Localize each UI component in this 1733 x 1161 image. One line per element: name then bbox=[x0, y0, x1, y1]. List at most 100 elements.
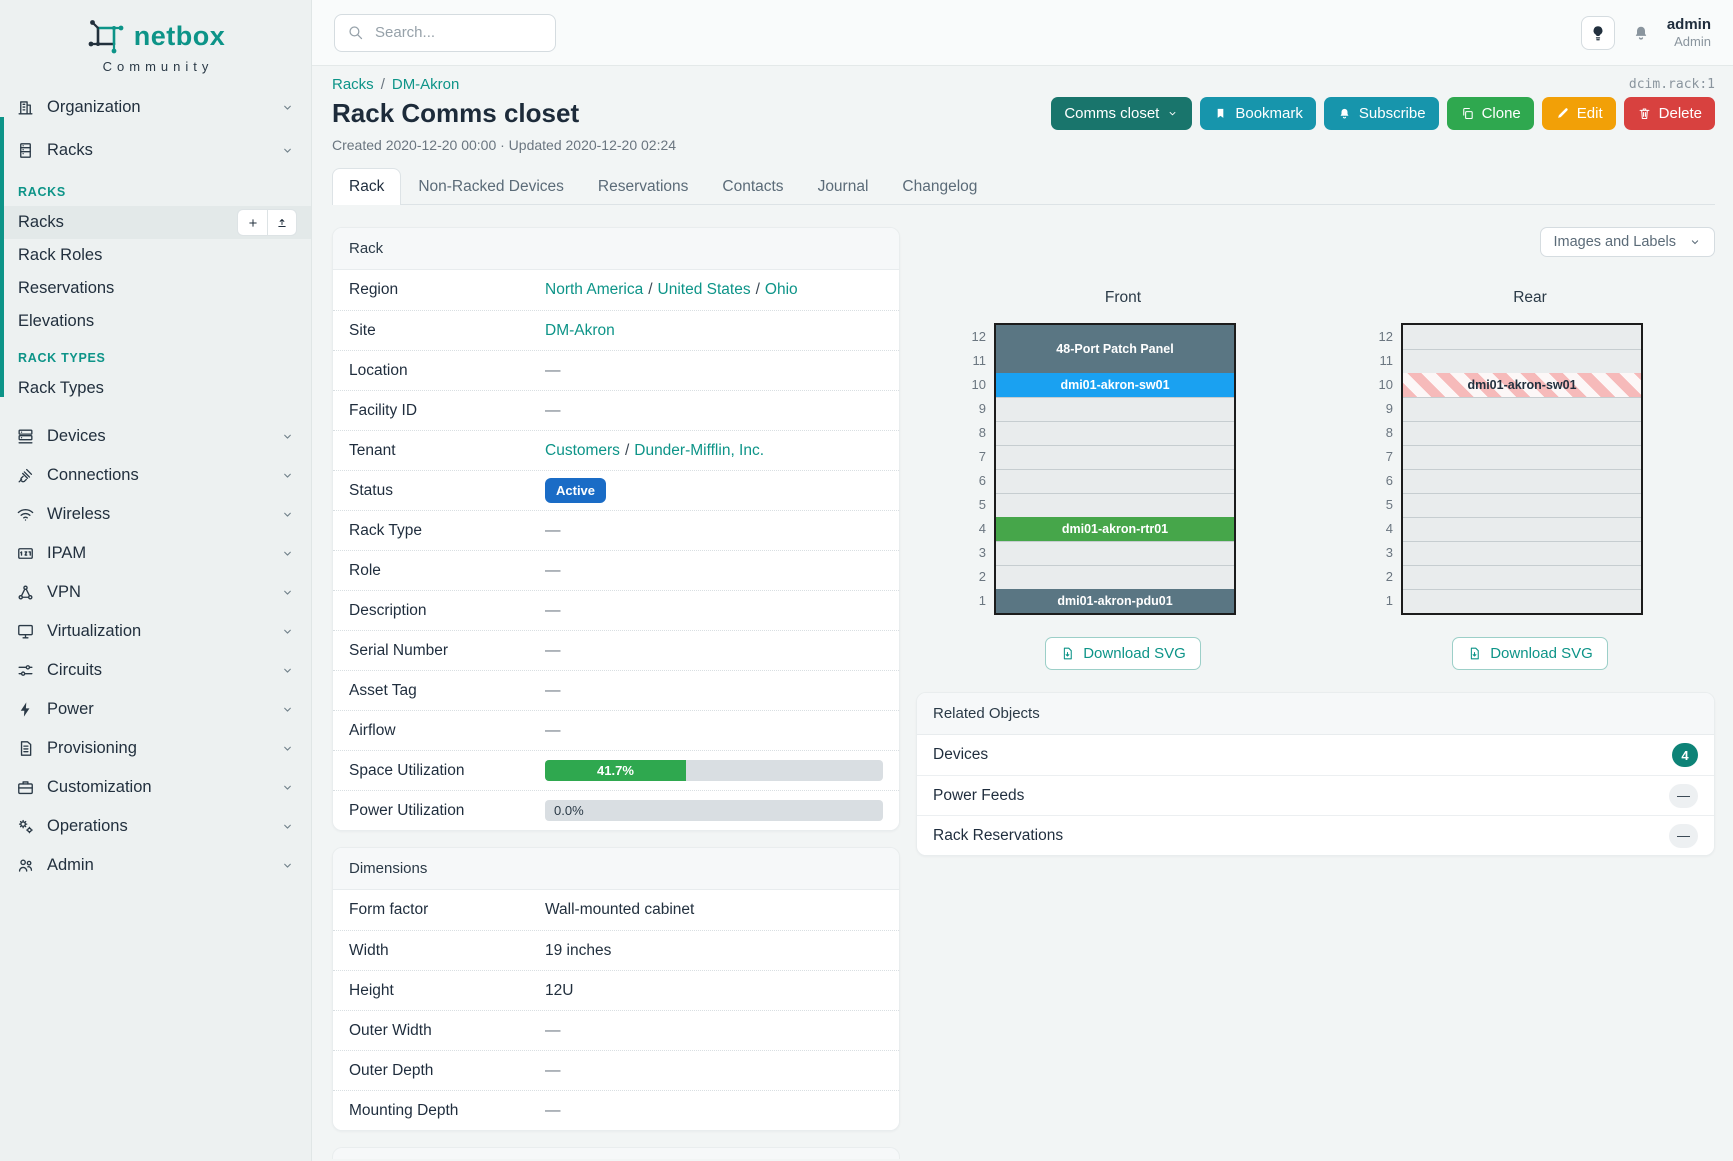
related-object-row[interactable]: Rack Reservations— bbox=[917, 815, 1714, 855]
page-content: Racks/DM-Akron dcim.rack:1 Rack Comms cl… bbox=[312, 66, 1733, 1161]
sidebar-item-power[interactable]: Power bbox=[0, 690, 311, 729]
rack-unit-device[interactable]: 48-Port Patch Panel bbox=[996, 325, 1234, 373]
sidebar-item-operations[interactable]: Operations bbox=[0, 807, 311, 846]
bookmark-button[interactable]: Bookmark bbox=[1200, 97, 1316, 130]
sidebar-item-rack-roles[interactable]: Rack Roles bbox=[0, 239, 311, 272]
related-object-row[interactable]: Devices4 bbox=[917, 735, 1714, 775]
chevron-down-icon bbox=[280, 858, 295, 873]
rack-icon bbox=[16, 141, 35, 160]
unit-number: 9 bbox=[1367, 397, 1393, 421]
unit-number: 5 bbox=[1367, 493, 1393, 517]
sidebar-item-label: Rack Roles bbox=[18, 246, 102, 265]
breadcrumb: Racks/DM-Akron bbox=[332, 76, 459, 93]
table-row: TenantCustomers/Dunder-Mifflin, Inc. bbox=[333, 430, 899, 470]
tab-rack[interactable]: Rack bbox=[332, 168, 401, 205]
breadcrumb-link-site[interactable]: DM-Akron bbox=[392, 76, 460, 93]
row-value: — bbox=[545, 602, 883, 620]
elevation-view-select[interactable]: Images and Labels bbox=[1540, 227, 1715, 257]
related-object-row[interactable]: Power Feeds— bbox=[917, 775, 1714, 815]
tab-journal[interactable]: Journal bbox=[801, 168, 886, 205]
sidebar-item-racks[interactable]: Racks bbox=[0, 129, 311, 172]
tab-reservations[interactable]: Reservations bbox=[581, 168, 705, 205]
rear-download-svg-button[interactable]: Download SVG bbox=[1452, 637, 1608, 670]
sidebar-item-elevations[interactable]: Elevations bbox=[0, 305, 311, 338]
next-panel-stub bbox=[332, 1147, 900, 1159]
row-label: Airflow bbox=[349, 722, 545, 740]
related-objects-panel: Related Objects Devices4Power Feeds—Rack… bbox=[916, 692, 1715, 856]
sidebar-item-label: Operations bbox=[47, 817, 128, 836]
ipam-icon bbox=[16, 544, 35, 563]
notifications-button[interactable] bbox=[1631, 23, 1651, 43]
sidebar-item-admin[interactable]: Admin bbox=[0, 846, 311, 885]
value-link[interactable]: DM-Akron bbox=[545, 322, 615, 340]
add-rack-button[interactable] bbox=[237, 209, 267, 236]
rack-unit-device[interactable]: dmi01-akron-rtr01 bbox=[996, 517, 1234, 541]
front-download-svg-button[interactable]: Download SVG bbox=[1045, 637, 1201, 670]
sidebar-item-label: Racks bbox=[47, 141, 93, 160]
rack-panel: Rack RegionNorth America/United States/O… bbox=[332, 227, 900, 831]
value-link[interactable]: United States bbox=[658, 281, 751, 299]
sidebar-item-customization[interactable]: Customization bbox=[0, 768, 311, 807]
unit-number: 12 bbox=[960, 325, 986, 349]
unit-number: 12 bbox=[1367, 325, 1393, 349]
search-input[interactable] bbox=[373, 23, 543, 42]
sidebar-item-racks[interactable]: Racks bbox=[0, 206, 311, 239]
table-row: Mounting Depth— bbox=[333, 1090, 899, 1130]
progress-text: 0.0% bbox=[545, 803, 584, 818]
value-link[interactable]: Dunder-Mifflin, Inc. bbox=[634, 442, 764, 460]
sidebar-item-label: Organization bbox=[47, 98, 141, 117]
row-value: DM-Akron bbox=[545, 322, 883, 340]
sidebar-item-circuits[interactable]: Circuits bbox=[0, 651, 311, 690]
import-rack-button[interactable] bbox=[267, 209, 297, 236]
link-separator: / bbox=[648, 281, 652, 299]
subscribe-button[interactable]: Subscribe bbox=[1324, 97, 1439, 130]
tab-non-racked-devices[interactable]: Non-Racked Devices bbox=[401, 168, 581, 205]
rack-unit-device[interactable]: dmi01-akron-sw01 bbox=[996, 373, 1234, 397]
theme-toggle-button[interactable] bbox=[1581, 16, 1615, 50]
breadcrumb-link-racks[interactable]: Racks bbox=[332, 76, 374, 93]
row-label: Status bbox=[349, 482, 545, 500]
main-area: admin Admin Racks/DM-Akron dcim.rack:1 R… bbox=[312, 0, 1733, 1161]
sidebar-item-ipam[interactable]: IPAM bbox=[0, 534, 311, 573]
sidebar-item-connections[interactable]: Connections bbox=[0, 456, 311, 495]
delete-button[interactable]: Delete bbox=[1624, 97, 1715, 130]
value-text: 19 inches bbox=[545, 942, 611, 960]
tab-changelog[interactable]: Changelog bbox=[885, 168, 994, 205]
search-box bbox=[334, 14, 556, 52]
rack-unit-empty bbox=[996, 397, 1234, 421]
sidebar-item-rack-types[interactable]: Rack Types bbox=[0, 372, 311, 405]
sidebar-item-vpn[interactable]: VPN bbox=[0, 573, 311, 612]
value-link[interactable]: Ohio bbox=[765, 281, 798, 299]
status-dropdown-button[interactable]: Comms closet bbox=[1051, 97, 1192, 130]
document-icon bbox=[16, 739, 35, 758]
sidebar-group-title: RACKS bbox=[0, 172, 311, 206]
clone-button[interactable]: Clone bbox=[1447, 97, 1534, 130]
sidebar-item-wireless[interactable]: Wireless bbox=[0, 495, 311, 534]
value-link[interactable]: Customers bbox=[545, 442, 620, 460]
rack-unit-device[interactable]: dmi01-akron-sw01 bbox=[1403, 373, 1641, 397]
edit-button[interactable]: Edit bbox=[1542, 97, 1616, 130]
rack-unit-device[interactable]: dmi01-akron-pdu01 bbox=[996, 589, 1234, 613]
row-value: Customers/Dunder-Mifflin, Inc. bbox=[545, 442, 883, 460]
rack-unit-empty bbox=[996, 565, 1234, 589]
tab-contacts[interactable]: Contacts bbox=[705, 168, 800, 205]
bell-plus-icon bbox=[1337, 106, 1352, 121]
sidebar-item-label: Rack Types bbox=[18, 379, 104, 398]
front-elevation: Front 121110987654321 48-Port Patch Pane… bbox=[960, 289, 1244, 670]
sidebar-item-provisioning[interactable]: Provisioning bbox=[0, 729, 311, 768]
link-separator: / bbox=[756, 281, 760, 299]
button-label: Comms closet bbox=[1064, 105, 1159, 122]
sidebar-item-organization[interactable]: Organization bbox=[0, 86, 311, 129]
rack-panel-rows: RegionNorth America/United States/OhioSi… bbox=[333, 270, 899, 830]
sidebar-item-virtualization[interactable]: Virtualization bbox=[0, 612, 311, 651]
sidebar-item-devices[interactable]: Devices bbox=[0, 417, 311, 456]
row-label: Mounting Depth bbox=[349, 1102, 545, 1120]
user-menu[interactable]: admin Admin bbox=[1667, 16, 1711, 50]
netbox-logo[interactable]: netbox Community bbox=[0, 0, 311, 82]
upload-icon bbox=[275, 216, 289, 230]
sidebar-item-reservations[interactable]: Reservations bbox=[0, 272, 311, 305]
row-value: — bbox=[545, 1022, 883, 1040]
row-value: 0.0% bbox=[545, 800, 883, 821]
value-link[interactable]: North America bbox=[545, 281, 643, 299]
count-badge: — bbox=[1669, 784, 1698, 808]
